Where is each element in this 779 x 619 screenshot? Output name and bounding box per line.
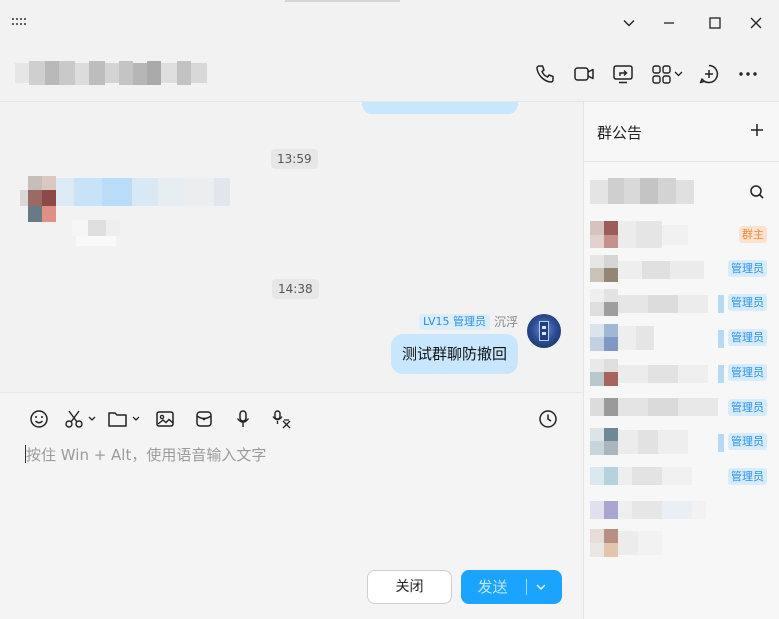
screenshot-button[interactable] — [64, 408, 98, 430]
window-title-bar — [0, 0, 779, 44]
level-badge: LV15 管理员 — [419, 313, 490, 330]
maximize-icon — [709, 17, 721, 29]
message-input[interactable]: 按住 Win + Alt，使用语音输入文字 — [26, 444, 266, 465]
member-pixelated — [590, 255, 704, 282]
add-circle-icon — [699, 64, 719, 84]
role-badge: 管理员 — [728, 364, 767, 381]
member-row[interactable]: 群主 — [584, 219, 779, 249]
member-pixelated — [590, 428, 724, 455]
role-badge: 管理员 — [728, 468, 767, 485]
member-pixelated — [590, 221, 688, 248]
member-row[interactable]: 管理员 — [584, 287, 779, 317]
apps-menu-button[interactable] — [651, 62, 685, 86]
history-icon — [539, 410, 557, 428]
send-button-label[interactable]: 发送 — [461, 570, 524, 604]
emoji-icon — [30, 410, 48, 428]
more-icon — [739, 72, 757, 76]
member-row[interactable]: 管理员 — [584, 426, 779, 456]
close-button[interactable]: 关闭 — [367, 570, 452, 604]
menu-grip-icon[interactable] — [12, 18, 28, 26]
plus-icon — [751, 124, 763, 136]
group-side-panel: 群公告 群主 管理员 管理员 管理员 管理员 管理员 管理员 管理员 — [583, 102, 779, 619]
voice-to-text-button[interactable] — [271, 408, 293, 430]
member-pixelated — [590, 529, 662, 557]
red-packet-button[interactable] — [194, 408, 214, 430]
sender-name[interactable]: 沉浮 — [494, 313, 518, 330]
panel-divider — [584, 161, 779, 162]
voice-call-button[interactable] — [533, 62, 557, 86]
member-search-button[interactable] — [749, 184, 765, 204]
message-list[interactable]: 13:59 14:38 LV15 管理员 沉浮 测试群聊防撤回 — [0, 102, 583, 392]
emoji-button[interactable] — [29, 408, 49, 430]
member-row[interactable]: 管理员 — [584, 392, 779, 422]
timestamp-chip: 14:38 — [272, 279, 319, 299]
image-button[interactable] — [155, 408, 175, 430]
member-pixelated — [590, 467, 692, 485]
add-function-button[interactable] — [697, 62, 721, 86]
message-sender-tags: LV15 管理员 沉浮 — [419, 313, 518, 330]
member-pixelated — [590, 501, 706, 519]
member-count-pixelated — [590, 176, 694, 206]
role-badge: 管理员 — [728, 399, 767, 416]
title-bar-accent-line — [285, 0, 400, 2]
role-badge: 管理员 — [728, 294, 767, 311]
voice-message-button[interactable] — [233, 408, 253, 430]
apps-icon — [652, 65, 683, 84]
window-dropdown-button[interactable] — [615, 10, 643, 36]
phone-icon — [536, 65, 554, 83]
image-icon — [156, 411, 174, 427]
member-row[interactable] — [584, 495, 779, 525]
screenshot-icon — [65, 410, 96, 428]
close-window-button[interactable] — [742, 10, 770, 36]
screen-share-icon — [613, 65, 633, 84]
maximize-button[interactable] — [701, 10, 729, 36]
send-button-divider — [526, 579, 527, 595]
send-button[interactable]: 发送 — [461, 570, 562, 604]
file-button[interactable] — [107, 408, 143, 430]
voice-to-text-icon — [272, 410, 291, 429]
video-icon — [574, 67, 594, 81]
chevron-down-icon[interactable] — [535, 582, 547, 592]
folder-icon — [108, 412, 140, 427]
announcement-title: 群公告 — [597, 124, 643, 142]
minimize-button[interactable] — [655, 10, 683, 36]
member-row[interactable] — [584, 527, 779, 557]
member-row[interactable]: 管理员 — [584, 253, 779, 283]
member-pixelated — [590, 359, 724, 386]
incoming-message-pixelated[interactable] — [20, 176, 230, 252]
more-options-button[interactable] — [736, 62, 760, 86]
search-icon — [750, 185, 764, 199]
avatar[interactable] — [527, 314, 561, 348]
red-packet-icon — [196, 411, 212, 427]
member-row[interactable]: 管理员 — [584, 322, 779, 352]
minimize-icon — [664, 22, 674, 24]
role-badge: 群主 — [739, 226, 767, 243]
member-row[interactable]: 管理员 — [584, 357, 779, 387]
role-badge: 管理员 — [728, 260, 767, 277]
screen-share-button[interactable] — [611, 62, 635, 86]
previous-message-bubble[interactable] — [362, 102, 518, 114]
my-message-bubble[interactable]: 测试群聊防撤回 — [391, 334, 519, 374]
role-badge: 管理员 — [728, 329, 767, 346]
role-badge: 管理员 — [728, 433, 767, 450]
chat-history-button[interactable] — [538, 408, 558, 430]
add-announcement-button[interactable] — [749, 122, 765, 142]
member-pixelated — [590, 398, 718, 416]
member-row[interactable]: 管理员 — [584, 461, 779, 491]
member-pixelated — [590, 289, 724, 316]
group-name-pixelated — [15, 59, 207, 87]
video-call-button[interactable] — [572, 62, 596, 86]
mic-icon — [236, 410, 250, 427]
chat-header — [0, 44, 779, 102]
composer: 按住 Win + Alt，使用语音输入文字 关闭 发送 — [0, 392, 583, 619]
timestamp-chip: 13:59 — [271, 149, 318, 169]
member-pixelated — [590, 324, 724, 351]
close-icon — [750, 17, 762, 29]
chevron-down-icon — [623, 20, 635, 27]
